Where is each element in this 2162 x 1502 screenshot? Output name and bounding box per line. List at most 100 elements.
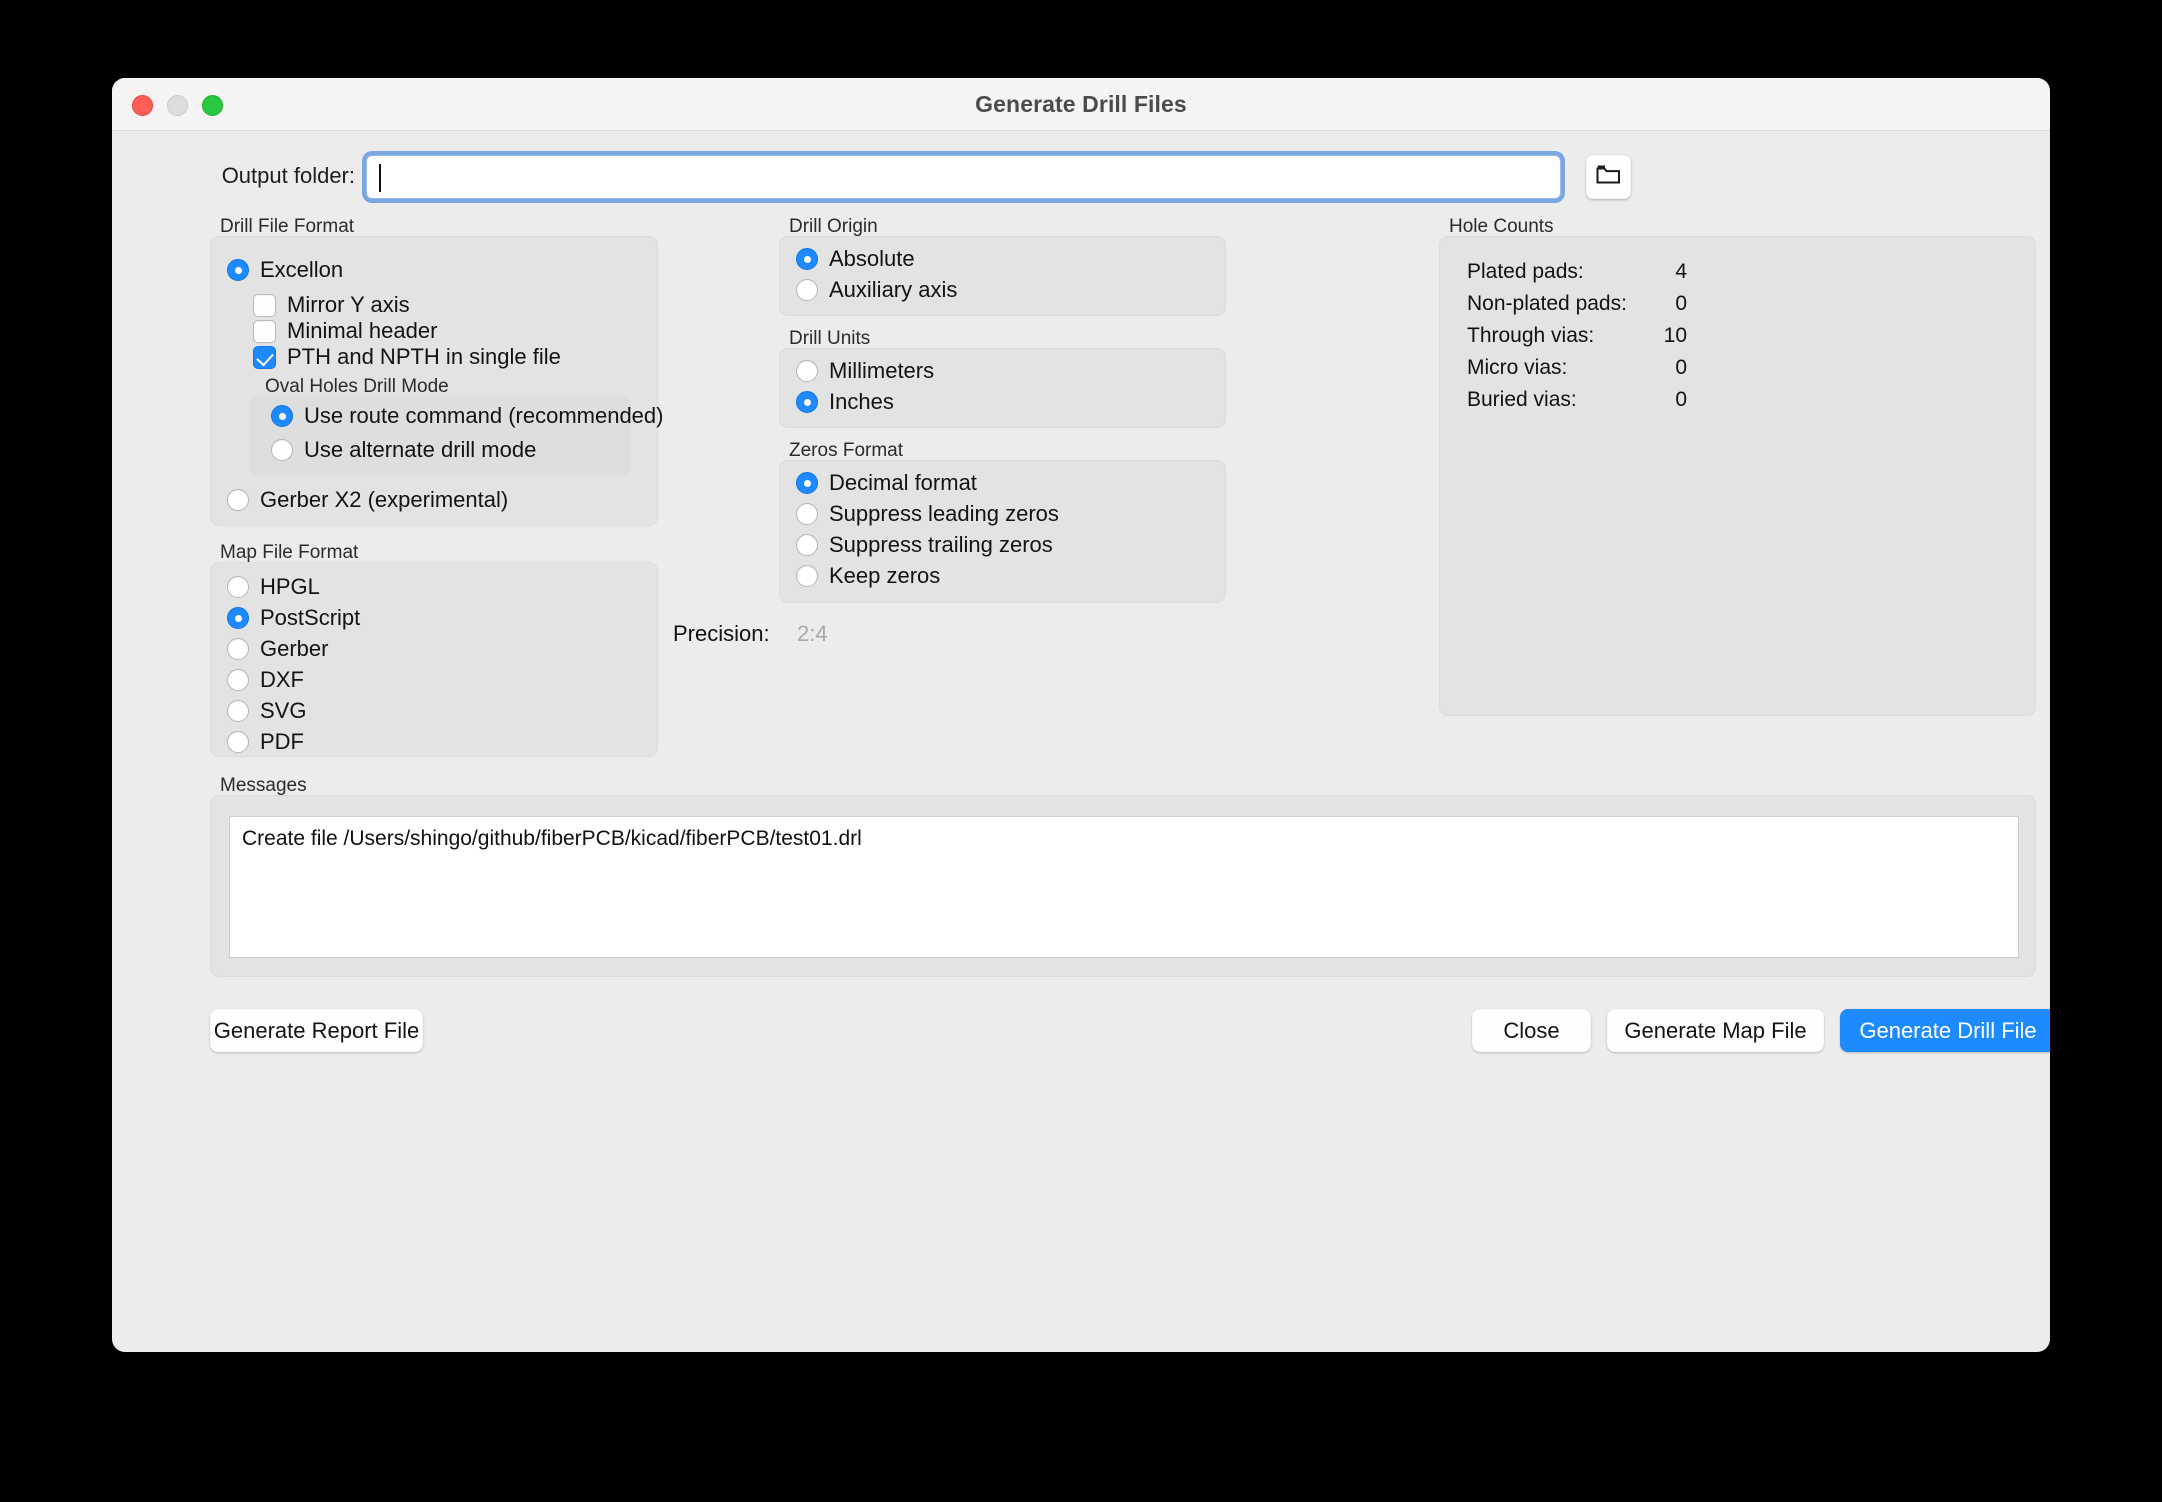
radio-gerber[interactable]: Gerber	[227, 636, 328, 662]
radio-label: Excellon	[260, 257, 343, 283]
drill-units-title: Drill Units	[789, 328, 870, 350]
radio-hpgl[interactable]: HPGL	[227, 574, 320, 600]
radio-label: Inches	[829, 389, 894, 415]
hole-count-value: 0	[1649, 356, 1687, 380]
window-titlebar: Generate Drill Files	[112, 78, 2050, 131]
radio-postscript[interactable]: PostScript	[227, 605, 360, 631]
output-folder-input[interactable]	[367, 156, 1560, 198]
radio-dxf[interactable]: DXF	[227, 667, 304, 693]
radio-indicator	[227, 489, 249, 511]
drill-units-group: Millimeters Inches	[779, 348, 1226, 428]
radio-suppress-trailing-zeros[interactable]: Suppress trailing zeros	[796, 532, 1053, 558]
radio-use-alternate-drill-mode[interactable]: Use alternate drill mode	[271, 437, 536, 463]
precision-value: 2:4	[797, 621, 828, 647]
hole-count-label: Plated pads:	[1467, 260, 1584, 284]
radio-decimal-format[interactable]: Decimal format	[796, 470, 977, 496]
radio-gerber-x2[interactable]: Gerber X2 (experimental)	[227, 487, 508, 513]
hole-count-value: 10	[1649, 324, 1687, 348]
radio-indicator	[271, 439, 293, 461]
radio-label: HPGL	[260, 574, 320, 600]
radio-indicator	[227, 576, 249, 598]
radio-inches[interactable]: Inches	[796, 389, 894, 415]
dialog-content: Output folder: Drill File Format Excello…	[112, 131, 2050, 1352]
output-folder-field[interactable]	[366, 155, 1561, 199]
hole-count-value: 4	[1649, 260, 1687, 284]
zeros-format-group: Decimal format Suppress leading zeros Su…	[779, 460, 1226, 603]
generate-map-file-button[interactable]: Generate Map File	[1607, 1009, 1824, 1052]
radio-label: Use alternate drill mode	[304, 437, 536, 463]
hole-count-value: 0	[1649, 292, 1687, 316]
radio-indicator	[796, 279, 818, 301]
checkbox-pth-npth-single-file[interactable]: PTH and NPTH in single file	[253, 344, 561, 370]
radio-keep-zeros[interactable]: Keep zeros	[796, 563, 940, 589]
radio-indicator	[796, 534, 818, 556]
generate-report-file-button[interactable]: Generate Report File	[210, 1009, 423, 1052]
radio-indicator	[796, 565, 818, 587]
hole-counts-title: Hole Counts	[1449, 216, 1554, 238]
radio-absolute[interactable]: Absolute	[796, 246, 915, 272]
messages-title: Messages	[220, 775, 307, 797]
checkbox-label: Minimal header	[287, 318, 437, 344]
window-title: Generate Drill Files	[112, 91, 2050, 118]
radio-indicator	[227, 731, 249, 753]
checkbox-minimal-header[interactable]: Minimal header	[253, 318, 437, 344]
radio-label: DXF	[260, 667, 304, 693]
hole-count-value: 0	[1649, 388, 1687, 412]
browse-folder-button[interactable]	[1586, 155, 1631, 199]
drill-file-format-group: Excellon Mirror Y axis Minimal header PT…	[210, 236, 658, 526]
precision-label: Precision:	[673, 621, 770, 647]
map-file-format-group: HPGL PostScript Gerber DXF SVG PDF	[210, 562, 658, 757]
radio-indicator	[227, 638, 249, 660]
output-folder-label: Output folder:	[112, 163, 355, 189]
oval-holes-drill-mode-group: Use route command (recommended) Use alte…	[249, 395, 631, 475]
hole-count-label: Micro vias:	[1467, 356, 1567, 380]
zeros-format-title: Zeros Format	[789, 440, 903, 462]
radio-svg[interactable]: SVG	[227, 698, 306, 724]
messages-group: Create file /Users/shingo/github/fiberPC…	[210, 795, 2036, 977]
radio-indicator	[796, 472, 818, 494]
checkbox-mirror-y-axis[interactable]: Mirror Y axis	[253, 292, 410, 318]
output-folder-row: Output folder:	[112, 155, 2050, 199]
close-button[interactable]: Close	[1472, 1009, 1591, 1052]
radio-label: Absolute	[829, 246, 915, 272]
hole-count-label: Non-plated pads:	[1467, 292, 1627, 316]
generate-drill-files-dialog: Generate Drill Files Output folder: Dril…	[112, 78, 2050, 1352]
radio-indicator	[227, 607, 249, 629]
radio-pdf[interactable]: PDF	[227, 729, 304, 755]
radio-auxiliary-axis[interactable]: Auxiliary axis	[796, 277, 957, 303]
generate-drill-file-button[interactable]: Generate Drill File	[1840, 1009, 2050, 1052]
checkbox-indicator	[253, 320, 276, 343]
checkbox-indicator	[253, 346, 276, 369]
checkbox-indicator	[253, 294, 276, 317]
radio-label: Suppress trailing zeros	[829, 532, 1053, 558]
radio-indicator	[796, 360, 818, 382]
drill-origin-group: Absolute Auxiliary axis	[779, 236, 1226, 316]
radio-label: PDF	[260, 729, 304, 755]
radio-indicator	[796, 248, 818, 270]
message-line: Create file /Users/shingo/github/fiberPC…	[242, 827, 2006, 851]
radio-indicator	[796, 391, 818, 413]
messages-textarea[interactable]: Create file /Users/shingo/github/fiberPC…	[229, 816, 2019, 958]
map-file-format-title: Map File Format	[220, 542, 358, 564]
radio-use-route-command[interactable]: Use route command (recommended)	[271, 403, 663, 429]
hole-count-label: Buried vias:	[1467, 388, 1577, 412]
radio-label: PostScript	[260, 605, 360, 631]
radio-label: Decimal format	[829, 470, 977, 496]
hole-counts-group: Plated pads: 4 Non-plated pads: 0 Throug…	[1439, 236, 2036, 716]
checkbox-label: PTH and NPTH in single file	[287, 344, 561, 370]
drill-origin-title: Drill Origin	[789, 216, 878, 238]
folder-icon	[1596, 164, 1621, 190]
radio-indicator	[227, 669, 249, 691]
radio-indicator	[227, 700, 249, 722]
checkbox-label: Mirror Y axis	[287, 292, 410, 318]
radio-indicator	[796, 503, 818, 525]
radio-label: Gerber	[260, 636, 328, 662]
radio-excellon[interactable]: Excellon	[227, 257, 343, 283]
radio-indicator	[271, 405, 293, 427]
radio-label: Use route command (recommended)	[304, 403, 663, 429]
hole-count-label: Through vias:	[1467, 324, 1594, 348]
radio-label: Suppress leading zeros	[829, 501, 1059, 527]
drill-file-format-title: Drill File Format	[220, 216, 354, 238]
radio-millimeters[interactable]: Millimeters	[796, 358, 934, 384]
radio-suppress-leading-zeros[interactable]: Suppress leading zeros	[796, 501, 1059, 527]
